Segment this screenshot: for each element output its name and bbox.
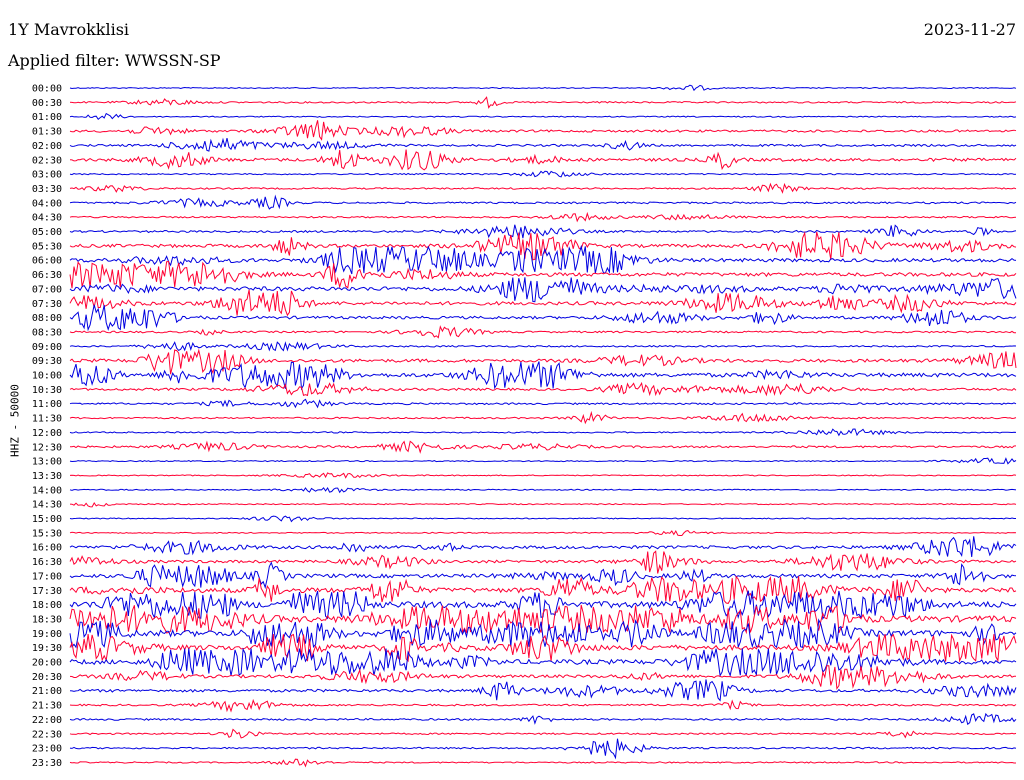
trace-line: [69, 440, 1017, 454]
trace-line: [69, 410, 1017, 425]
trace-line: [69, 487, 1017, 494]
trace-line: [69, 182, 1017, 194]
row-label: 16:00: [32, 543, 62, 554]
trace-line: [69, 633, 1017, 663]
trace-line: [69, 224, 1017, 240]
row-label: 06:00: [32, 256, 62, 267]
trace-line: [69, 289, 1017, 317]
row-label: 01:30: [32, 127, 62, 138]
seismogram-plot: 00:00 00:30 01:00 01:30 02:00 02:30 03:00 03:30…: [32, 84, 1017, 769]
trace-line: [69, 529, 1017, 536]
trace-line: [69, 361, 1017, 391]
trace-line: [69, 149, 1017, 171]
row-label: 11:00: [32, 399, 62, 410]
row-label: 05:00: [32, 227, 62, 238]
row-label: 07:00: [32, 284, 62, 295]
trace-line: [69, 728, 1017, 739]
trace-line: [69, 515, 1016, 523]
row-label: 19:00: [32, 629, 62, 640]
trace-line: [69, 304, 1017, 332]
row-label: 09:30: [32, 356, 62, 367]
row-label: 23:30: [32, 758, 62, 769]
row-label: 08:00: [32, 313, 62, 324]
row-label: 08:30: [32, 327, 62, 338]
trace-line: [69, 561, 1017, 590]
row-label: 21:00: [32, 686, 62, 697]
trace-line: [69, 536, 1017, 558]
row-label: 11:30: [32, 414, 62, 425]
trace-line: [69, 665, 1016, 691]
trace-line: [69, 550, 1017, 574]
trace-line: [69, 758, 1016, 768]
row-label: 12:00: [32, 428, 62, 439]
row-label: 02:00: [32, 141, 62, 152]
trace-line: [69, 738, 1017, 760]
row-label: 23:00: [32, 744, 62, 755]
trace-line: [69, 170, 1017, 178]
row-label: 10:30: [32, 385, 62, 396]
row-label: 10:00: [32, 371, 62, 382]
row-label: 05:30: [32, 241, 62, 252]
trace-line: [69, 457, 1017, 465]
row-label: 17:00: [32, 571, 62, 582]
trace-line: [69, 647, 1017, 678]
row-label: 22:30: [32, 729, 62, 740]
trace-line: [69, 398, 1017, 409]
trace-line: [69, 120, 1017, 141]
row-label: 14:30: [32, 500, 62, 511]
trace-line: [69, 277, 1017, 303]
trace-line: [69, 194, 1017, 210]
trace-line: [69, 84, 1017, 92]
row-label: 18:00: [32, 600, 62, 611]
trace-line: [69, 712, 1017, 726]
trace-line: [69, 341, 1017, 352]
row-label: 04:00: [32, 198, 62, 209]
row-label: 20:30: [32, 672, 62, 683]
row-label: 01:00: [32, 112, 62, 123]
row-label: 19:30: [32, 643, 62, 654]
row-label: 07:30: [32, 299, 62, 310]
trace-line: [69, 679, 1017, 702]
trace-line: [69, 112, 1017, 121]
trace-line: [69, 618, 1017, 649]
row-label: 20:00: [32, 658, 62, 669]
trace-line: [69, 211, 1017, 223]
trace-line: [69, 137, 1017, 152]
row-label: 00:00: [32, 84, 62, 95]
row-label: 18:30: [32, 614, 62, 625]
trace-line: [69, 260, 1017, 289]
trace-line: [69, 325, 1016, 339]
row-label: 15:00: [32, 514, 62, 525]
row-label: 03:00: [32, 170, 62, 181]
trace-line: [69, 428, 1017, 437]
row-label: 12:30: [32, 442, 62, 453]
row-label: 22:00: [32, 715, 62, 726]
trace-line: [69, 502, 1017, 508]
row-label: 09:00: [32, 342, 62, 353]
trace-line: [69, 698, 1017, 713]
trace-line: [69, 472, 1017, 479]
row-label: 17:30: [32, 586, 62, 597]
row-label: 14:00: [32, 485, 62, 496]
row-label: 06:30: [32, 270, 62, 281]
row-label: 21:30: [32, 701, 62, 712]
row-label: 13:00: [32, 457, 62, 468]
trace-line: [69, 96, 1017, 109]
row-label: 00:30: [32, 98, 62, 109]
row-label: 04:30: [32, 213, 62, 224]
row-label: 16:30: [32, 557, 62, 568]
row-label: 13:30: [32, 471, 62, 482]
row-label: 02:30: [32, 155, 62, 166]
row-label: 03:30: [32, 184, 62, 195]
trace-line: [69, 244, 1017, 275]
trace-line: [69, 381, 1017, 397]
row-label: 15:30: [32, 528, 62, 539]
